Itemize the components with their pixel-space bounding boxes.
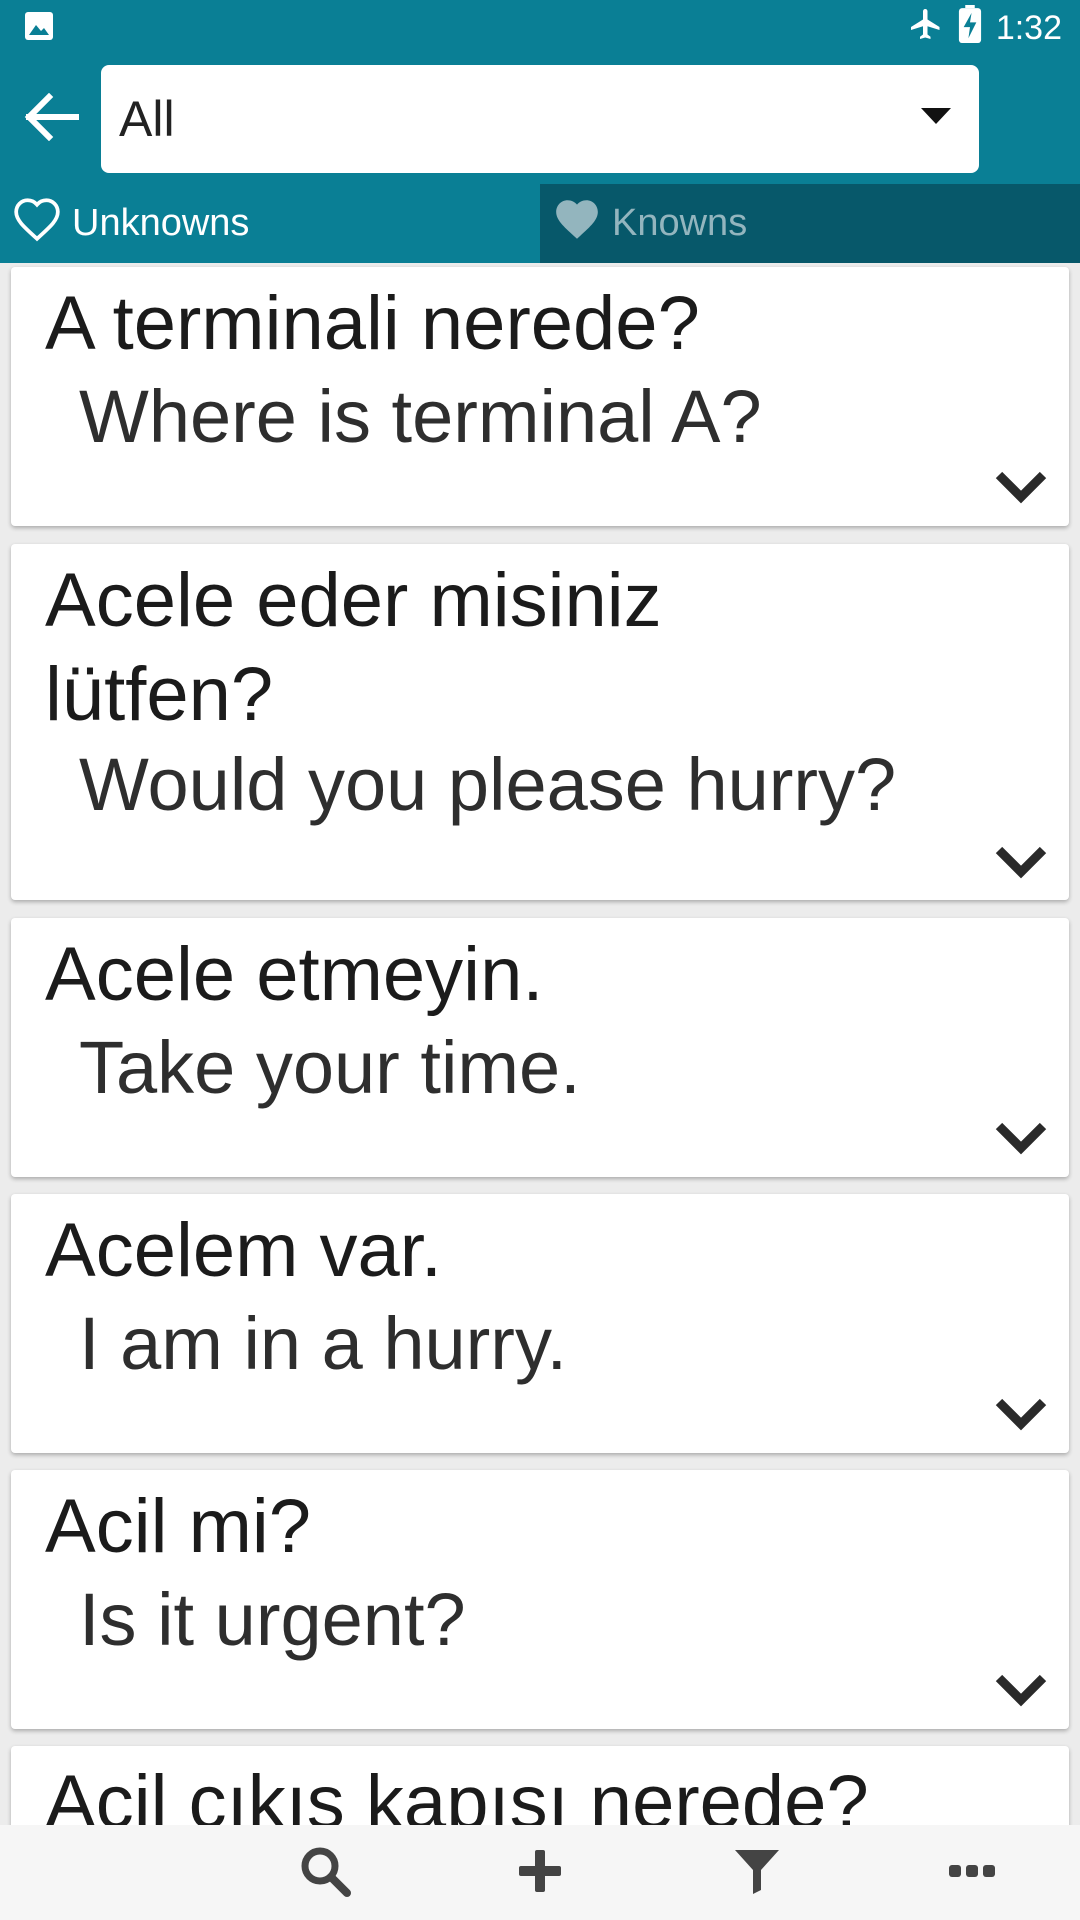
airplane-mode-icon bbox=[908, 6, 944, 51]
search-button[interactable] bbox=[295, 1843, 355, 1903]
phrase-english: Take your time. bbox=[79, 1026, 581, 1109]
phrase-card[interactable]: A terminali nerede? Where is terminal A? bbox=[11, 267, 1069, 526]
phrase-turkish: Acil mi? bbox=[45, 1484, 312, 1569]
phrase-turkish: Acele eder misiniz lütfen? bbox=[45, 558, 662, 737]
heart-outline-icon bbox=[12, 196, 62, 252]
chevron-down-icon[interactable] bbox=[995, 1672, 1047, 1708]
phrase-list[interactable]: A terminali nerede? Where is terminal A?… bbox=[0, 263, 1080, 1825]
phrase-card[interactable]: Acil mi? Is it urgent? bbox=[11, 1470, 1069, 1729]
heart-filled-icon bbox=[552, 196, 602, 252]
filter-button[interactable] bbox=[727, 1843, 787, 1903]
chevron-down-icon[interactable] bbox=[995, 469, 1047, 505]
more-button[interactable] bbox=[942, 1843, 1002, 1903]
filter-icon bbox=[733, 1848, 781, 1899]
phrase-english: Is it urgent? bbox=[79, 1578, 466, 1661]
add-icon bbox=[517, 1848, 563, 1899]
phrase-turkish: A terminali nerede? bbox=[45, 281, 700, 366]
phrase-english: Where is terminal A? bbox=[79, 375, 762, 458]
phrase-card[interactable]: Acele eder misiniz lütfen? Would you ple… bbox=[11, 544, 1069, 900]
phrase-card[interactable]: Acelem var. I am in a hurry. bbox=[11, 1194, 1069, 1453]
chevron-down-icon[interactable] bbox=[995, 1120, 1047, 1156]
tab-knowns[interactable]: Knowns bbox=[540, 184, 1080, 263]
phrase-card[interactable]: Acil çıkış kapısı nerede? bbox=[11, 1746, 1069, 1825]
status-bar: 1:32 bbox=[0, 0, 1080, 56]
tab-unknowns[interactable]: Unknowns bbox=[0, 184, 540, 263]
phrase-turkish: Acelem var. bbox=[45, 1208, 443, 1293]
add-button[interactable] bbox=[510, 1843, 570, 1903]
arrow-left-icon bbox=[23, 92, 80, 146]
chevron-down-icon[interactable] bbox=[995, 844, 1047, 880]
phrase-card[interactable]: Acele etmeyin. Take your time. bbox=[11, 918, 1069, 1177]
chevron-down-icon[interactable] bbox=[995, 1396, 1047, 1432]
tab-bar: Unknowns Knowns bbox=[0, 184, 1080, 263]
phrase-english: I am in a hurry. bbox=[79, 1302, 568, 1385]
search-icon bbox=[299, 1845, 351, 1902]
battery-charging-icon bbox=[958, 4, 982, 52]
more-icon bbox=[949, 1864, 995, 1883]
image-icon bbox=[24, 11, 54, 46]
phrase-turkish: Acil çıkış kapısı nerede? bbox=[45, 1760, 869, 1825]
bottom-action-bar bbox=[0, 1825, 1080, 1920]
category-select-value: All bbox=[119, 91, 175, 147]
app-bar: All bbox=[0, 56, 1080, 184]
tab-unknowns-label: Unknowns bbox=[72, 202, 250, 244]
dropdown-arrow-icon bbox=[921, 107, 951, 131]
phrase-turkish: Acele etmeyin. bbox=[45, 932, 544, 1017]
status-time: 1:32 bbox=[995, 8, 1062, 47]
tab-knowns-label: Knowns bbox=[612, 202, 748, 244]
back-button[interactable] bbox=[18, 86, 84, 152]
phrase-english: Would you please hurry? bbox=[79, 743, 897, 826]
category-select[interactable]: All bbox=[101, 65, 979, 173]
